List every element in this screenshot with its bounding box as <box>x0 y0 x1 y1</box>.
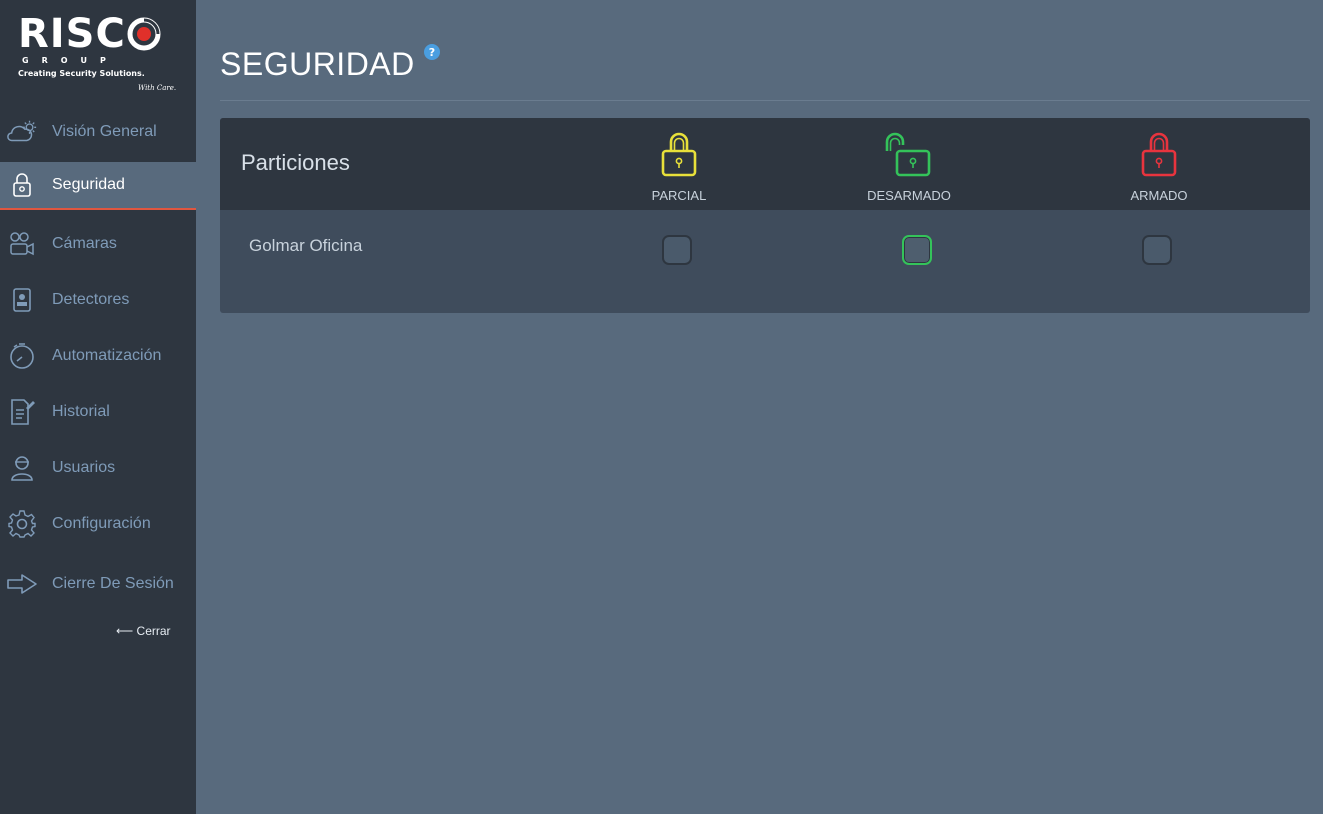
column-armado: ARMADO <box>1079 128 1239 208</box>
help-icon[interactable]: ? <box>424 44 440 60</box>
partitions-panel: Particiones PARCIAL DESARMADO ARMADO Gol… <box>220 118 1310 313</box>
sidebar-item-label: Cámaras <box>52 235 117 252</box>
column-parcial: PARCIAL <box>599 128 759 208</box>
sidebar: RISC GROUP Creating Security Solutions. … <box>0 0 196 814</box>
partition-armado-checkbox[interactable] <box>1142 235 1172 265</box>
document-pen-icon <box>6 396 38 428</box>
gear-icon <box>6 508 38 540</box>
risco-logo: RISC GROUP Creating Security Solutions. … <box>18 14 188 104</box>
title-divider <box>220 100 1310 101</box>
lock-closed-icon <box>659 128 699 178</box>
detector-icon <box>6 284 38 316</box>
partition-parcial-checkbox[interactable] <box>662 235 692 265</box>
sidebar-item-label: Automatización <box>52 347 162 364</box>
sidebar-item-label: Seguridad <box>52 176 125 193</box>
logo-tagline-suffix: With Care. <box>138 84 177 92</box>
column-desarmado: DESARMADO <box>829 128 989 208</box>
lock-open-icon <box>883 128 935 178</box>
sidebar-item-vision-general[interactable]: Visión General <box>0 108 196 156</box>
logo-tagline: Creating Security Solutions. <box>18 69 145 78</box>
sidebar-item-automatizacion[interactable]: Automatización <box>0 332 196 380</box>
sidebar-item-cierre-de-sesion[interactable]: Cierre De Sesión <box>0 560 196 608</box>
logo-brand-text: RISC <box>18 11 126 57</box>
sidebar-item-configuracion[interactable]: Configuración <box>0 500 196 548</box>
padlock-icon <box>6 169 38 201</box>
partition-name: Golmar Oficina <box>249 236 363 255</box>
cloud-sun-icon <box>6 116 38 148</box>
sidebar-item-label: Cierre De Sesión <box>52 575 174 592</box>
column-label: DESARMADO <box>867 188 951 203</box>
page-title: SEGURIDAD <box>220 46 415 82</box>
partitions-title: Particiones <box>241 150 350 175</box>
logout-arrow-icon <box>6 568 38 600</box>
timer-icon <box>6 340 38 372</box>
sidebar-item-label: Usuarios <box>52 459 116 476</box>
sidebar-item-usuarios[interactable]: Usuarios <box>0 444 196 492</box>
user-icon <box>6 452 38 484</box>
lock-closed-icon <box>1139 128 1179 178</box>
logo-group-text: GROUP <box>22 56 119 65</box>
column-label: PARCIAL <box>651 188 707 203</box>
camera-icon <box>6 228 38 260</box>
sidebar-item-detectores[interactable]: Detectores <box>0 276 196 324</box>
sidebar-item-historial[interactable]: Historial <box>0 388 196 436</box>
partitions-panel-header: Particiones PARCIAL DESARMADO ARMADO <box>220 118 1310 210</box>
partition-desarmado-checkbox[interactable] <box>902 235 932 265</box>
sidebar-item-label: Historial <box>52 403 110 420</box>
column-label: ARMADO <box>1130 188 1188 203</box>
sidebar-item-label: Visión General <box>52 123 157 140</box>
close-sidebar-link[interactable]: ⟵ Cerrar <box>116 624 171 638</box>
sidebar-item-label: Detectores <box>52 291 130 308</box>
sidebar-item-seguridad[interactable]: Seguridad <box>0 162 196 210</box>
sidebar-item-label: Configuración <box>52 515 151 532</box>
sidebar-item-camaras[interactable]: Cámaras <box>0 220 196 268</box>
logo-mark-icon <box>127 17 161 51</box>
